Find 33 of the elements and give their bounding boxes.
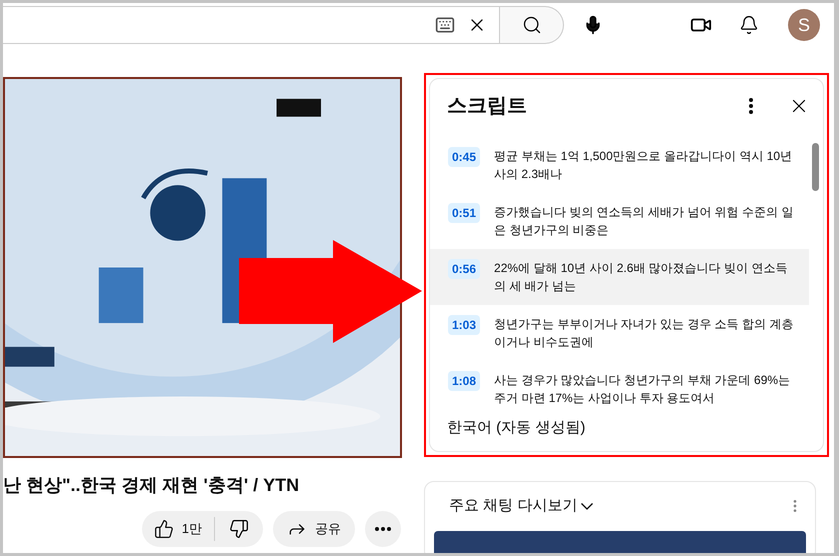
avatar[interactable]: S [788, 9, 820, 41]
search-field[interactable] [3, 6, 500, 44]
timestamp[interactable]: 0:45 [448, 146, 480, 166]
chat-replay-dropdown[interactable]: 주요 채팅 다시보기 [449, 495, 594, 518]
transcript-row[interactable]: 1:08 사는 경우가 많았습니다 청년가구의 부채 가운데 69%는 주거 마련 17%는 사업이나 투자 용도여서 [430, 360, 809, 416]
search-icon [522, 15, 542, 35]
transcript-row[interactable]: 0:45 평균 부채는 1억 1,500만원으로 올라갑니다이 역시 10년 사의 2.3배나 [430, 136, 809, 192]
timestamp[interactable]: 0:51 [448, 202, 480, 222]
transcript-text: 평균 부채는 1억 1,500만원으로 올라갑니다이 역시 10년 사의 2.3배나 [494, 148, 794, 182]
panel-title: 스크립트 [447, 94, 527, 119]
chevron-down-icon [581, 502, 594, 510]
thumbs-up-icon [154, 519, 174, 539]
timestamp[interactable]: 0:56 [448, 258, 480, 278]
timestamp[interactable]: 1:08 [448, 370, 480, 390]
scrollbar-thumb[interactable] [812, 143, 819, 191]
keyboard-icon[interactable] [435, 15, 455, 35]
transcript-row[interactable]: 1:03 청년가구는 부부이거나 자녀가 있는 경우 소득 합의 계층이거나 비수도권에 [430, 304, 809, 360]
more-icon [749, 98, 753, 114]
transcript-row[interactable]: 0:56 22%에 달해 10년 사이 2.6배 많아졌습니다 빚이 연소득의 세 배가 넘는 [430, 248, 809, 304]
transcript-text: 22%에 달해 10년 사이 2.6배 많아졌습니다 빚이 연소득의 세 배가 넘는 [494, 260, 788, 294]
transcript-text: 증가했습니다 빚의 연소득의 세배가 넘어 위험 수준의 일은 청년가구의 비중은 [494, 204, 794, 238]
video-title: 난 현상"..한국 경제 재현 '충격' / YTN [3, 474, 300, 497]
language-label: 한국어 (자동 생성됨) [446, 418, 586, 438]
transcript-text: 사는 경우가 많았습니다 청년가구의 부채 가운데 69%는 주거 마련 17%는 사업이나 투자 용도여서 [494, 372, 792, 406]
share-button[interactable]: 공유 [273, 511, 355, 547]
transcript-text: 청년가구는 부부이거나 자녀가 있는 경우 소득 합의 계층이거나 비수도권에 [494, 316, 794, 350]
timestamp[interactable]: 1:03 [448, 314, 480, 334]
more-button[interactable] [365, 511, 401, 547]
search-button[interactable] [500, 6, 564, 44]
thumbs-down-icon [229, 519, 249, 539]
transcript-row[interactable]: 0:51 증가했습니다 빚의 연소득의 세배가 넘어 위험 수준의 일은 청년가구의 비중은 [430, 192, 809, 248]
more-icon [375, 527, 391, 531]
bell-icon [739, 15, 759, 35]
